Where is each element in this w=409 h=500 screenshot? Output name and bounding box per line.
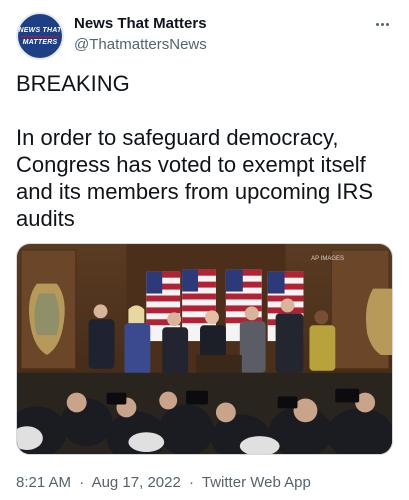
avatar[interactable]: NEWS THAT MATTERS [16,12,64,60]
photo-watermark: AP IMAGES [311,256,344,262]
avatar-stripe [21,35,59,37]
tweet-text-line: In order to safeguard democracy, [16,125,339,150]
tweet-source[interactable]: Twitter Web App [202,474,311,491]
meta-separator: · [188,474,194,491]
tweet-text-line: Congress has voted to exempt itself [16,152,366,177]
author-handle[interactable]: @ThatmattersNews [74,35,207,55]
author-display-name[interactable]: News That Matters [74,14,207,34]
meta-separator: · [79,474,85,491]
tweet-date[interactable]: Aug 17, 2022 [92,474,181,491]
tweet-text-blank-line [16,97,396,124]
press-conference-photo [17,244,392,454]
tweet-text-line: BREAKING [16,71,130,96]
avatar-text-bottom: MATTERS [22,38,58,46]
author-names: News That Matters @ThatmattersNews [74,14,207,55]
avatar-text-top: NEWS THAT [18,26,62,34]
tweet-header: NEWS THAT MATTERS News That Matters @Tha… [16,12,393,60]
tweet-time[interactable]: 8:21 AM [16,474,71,491]
tweet-photo[interactable]: AP IMAGES [16,243,393,455]
more-horizontal-icon[interactable] [371,14,393,34]
tweet-text-line: audits [16,206,75,231]
tweet-metadata: 8:21 AM · Aug 17, 2022 · Twitter Web App [16,474,311,492]
tweet-text: BREAKING In order to safeguard democracy… [16,70,396,232]
tweet-text-line: and its members from upcoming IRS [16,179,374,204]
